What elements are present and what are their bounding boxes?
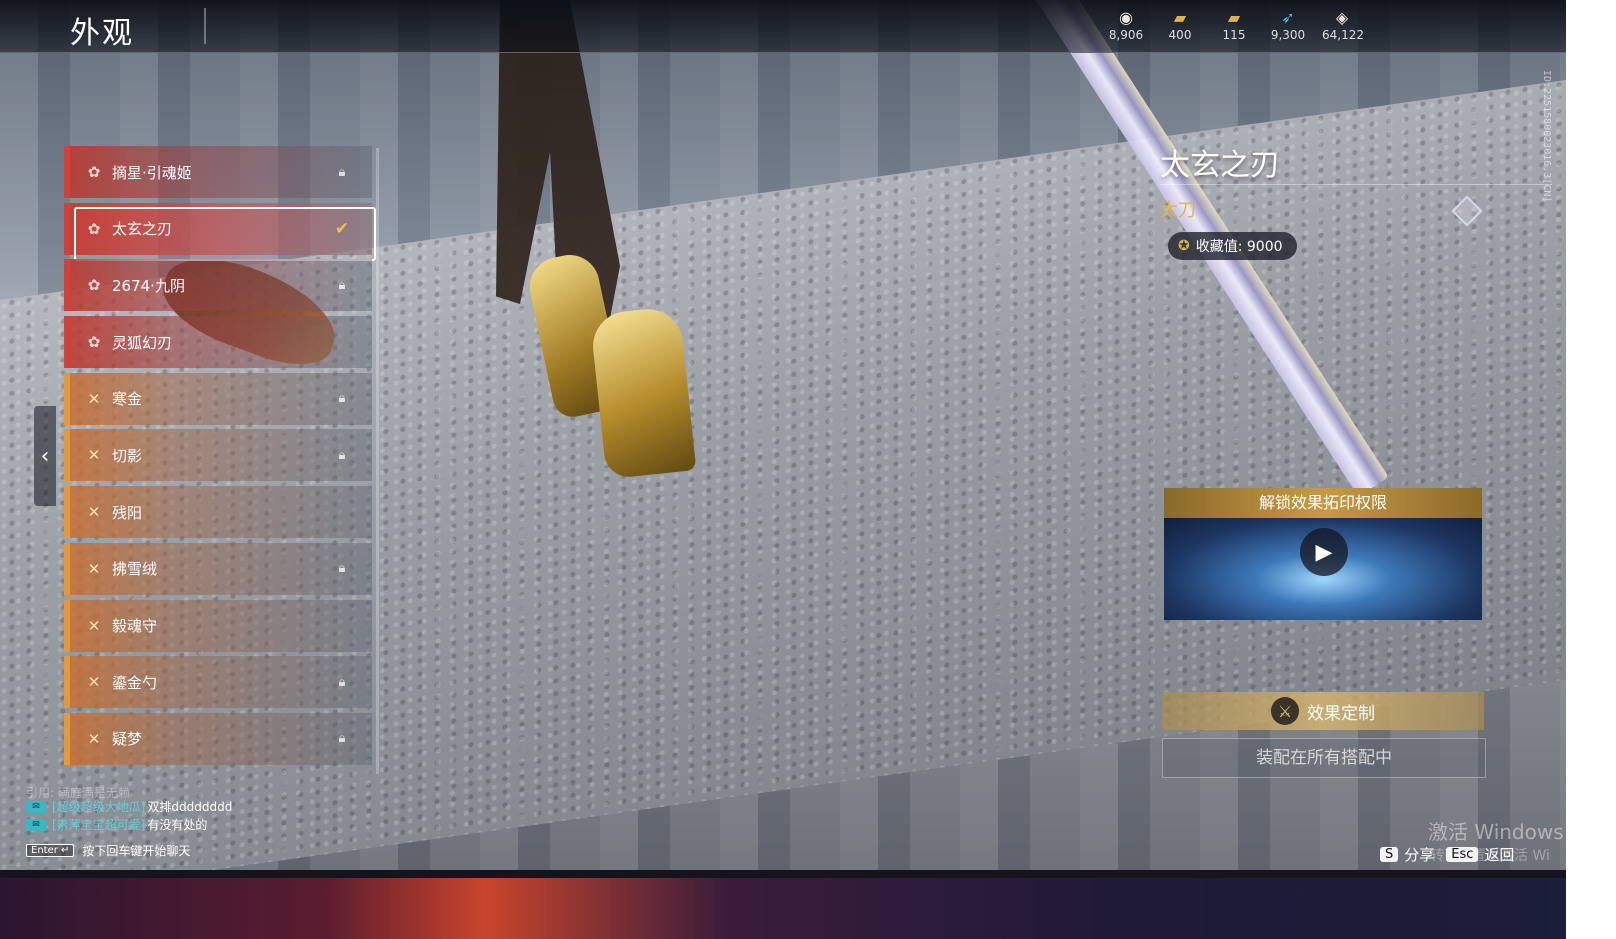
chevron-left-icon: ‹ xyxy=(40,443,50,469)
crossed-swords-icon: ✕ xyxy=(87,559,101,578)
bottom-band xyxy=(0,870,1616,939)
star-rank-icon: ✿ xyxy=(87,219,101,238)
skin-item[interactable]: ✕ 疑梦 🔒︎ xyxy=(64,712,372,765)
crossed-swords-icon: ✕ xyxy=(87,389,101,408)
gold-ticket-plus-icon: ▰ xyxy=(1227,8,1241,27)
skin-list: ✿ 摘星·引魂姬 🔒︎ ✿ 太玄之刃 ✔ ✿ 2674·九阴 🔒︎ ✿ 灵狐幻刃… xyxy=(64,146,376,770)
title-underline xyxy=(1160,184,1552,185)
lock-icon: 🔒︎ xyxy=(338,447,346,463)
skin-item[interactable]: ✿ 摘星·引魂姬 🔒︎ xyxy=(64,146,372,198)
lock-icon: 🔒︎ xyxy=(338,561,346,577)
skin-name: 残阳 xyxy=(112,503,143,522)
collect-icon: ✪ xyxy=(1178,238,1190,254)
lock-icon: 🔒︎ xyxy=(338,731,346,747)
star-rank-icon: ✿ xyxy=(87,333,101,352)
coin-stack-icon: ◉ xyxy=(1119,8,1133,27)
list-scrollbar[interactable] xyxy=(376,148,379,774)
weapon-detail-panel: 太玄之刃 太刀 ✪ 收藏值: 9000 解锁效果拓印权限 ▶ ⚔ 效果定制 装配… xyxy=(1160,140,1552,778)
star-rank-icon: ✿ xyxy=(87,276,101,295)
lock-icon: 🔒︎ xyxy=(338,164,346,180)
skin-name: 拂雪绒 xyxy=(112,560,158,579)
chat-channel-icon: ✉ xyxy=(26,801,46,813)
currency-bar: ◉ 8,906 ▰ 400 ▰ 115 ➶ 9,300 ◈ 64,122 xyxy=(1106,8,1364,42)
lock-icon: 🔒︎ xyxy=(338,391,346,407)
crossed-swords-icon: ✕ xyxy=(87,673,101,692)
chat-message: ✉ [素萍宝宝超可爱] 有没有处的 xyxy=(26,816,386,834)
skin-item[interactable]: ✕ 毅魂守 xyxy=(64,599,372,652)
skin-name: 切影 xyxy=(112,446,143,465)
currency-feather[interactable]: ➶ 9,300 xyxy=(1268,8,1308,42)
right-edge xyxy=(1566,0,1616,939)
skin-item[interactable]: ✕ 寒金 🔒︎ xyxy=(64,372,372,425)
page-title: 外观 xyxy=(70,16,134,51)
chat-message: ✉ [超级超级大地瓜] 双排dddddddd xyxy=(26,798,386,816)
skin-item[interactable]: ✕ 切影 🔒︎ xyxy=(64,429,372,482)
skin-item-selected[interactable]: ✿ 太玄之刃 ✔ xyxy=(64,202,376,261)
skin-name: 鎏金勺 xyxy=(112,673,158,692)
key-esc-badge: Esc xyxy=(1446,847,1479,862)
play-icon[interactable]: ▶ xyxy=(1300,528,1348,576)
star-rank-icon: ✿ xyxy=(87,163,101,181)
weapon-description xyxy=(1160,268,1482,418)
chat-text: 有没有处的 xyxy=(147,818,208,832)
effect-preview-video[interactable]: ▶ xyxy=(1164,518,1482,620)
collect-value-badge: ✪ 收藏值: 9000 xyxy=(1168,232,1297,260)
currency-gold-ticket[interactable]: ▰ 400 xyxy=(1160,8,1200,42)
skin-name: 疑梦 xyxy=(112,730,143,749)
crossed-swords-icon: ✕ xyxy=(87,503,101,522)
crossed-swords-icon: ✕ xyxy=(87,616,101,635)
skin-item[interactable]: ✕ 残阳 xyxy=(64,486,372,539)
skin-name: 寒金 xyxy=(112,390,143,409)
crossed-swords-icon: ✕ xyxy=(87,446,101,465)
chat-box: 引用: 满庭满是无赖 ✉ [超级超级大地瓜] 双排dddddddd ✉ [素萍宝… xyxy=(26,784,386,859)
chat-sender[interactable]: [超级超级大地瓜] xyxy=(52,798,145,816)
share-hotkey[interactable]: S 分享 xyxy=(1380,844,1434,865)
top-bar: 外观 ◉ 8,906 ▰ 400 ▰ 115 ➶ 9,300 ◈ 64,122 xyxy=(0,0,1566,53)
chat-input-hint[interactable]: Enter ↵ 按下回车键开始聊天 xyxy=(26,842,386,859)
gold-ticket-icon: ▰ xyxy=(1173,8,1187,27)
skin-name: 毅魂守 xyxy=(112,617,158,635)
skin-item[interactable]: ✕ 拂雪绒 🔒︎ xyxy=(64,542,372,595)
weapon-name: 太玄之刃 xyxy=(1160,148,1280,183)
unlock-effect-card[interactable]: 解锁效果拓印权限 ▶ xyxy=(1164,488,1482,620)
skin-name: 太玄之刃 xyxy=(112,220,173,239)
windows-watermark: 激活 Windows xyxy=(1428,820,1564,844)
sword-icon: ⚔ xyxy=(1271,697,1299,725)
chat-channel-icon: ✉ xyxy=(26,819,46,831)
checkmark-icon: ✔ xyxy=(334,218,350,239)
chat-sender[interactable]: [素萍宝宝超可爱] xyxy=(52,816,145,834)
diamond-icon: ◈ xyxy=(1335,8,1349,27)
weapon-type: 太刀 xyxy=(1160,200,1196,221)
currency-gold-ticket-plus[interactable]: ▰ 115 xyxy=(1214,8,1254,42)
blue-feather-icon: ➶ xyxy=(1281,8,1295,27)
equipped-status-button[interactable]: 装配在所有搭配中 xyxy=(1162,738,1486,778)
player-id-label: ID:2251580023016.3[CN] xyxy=(1541,70,1552,203)
crossed-swords-icon: ✕ xyxy=(87,729,101,748)
back-hotkey[interactable]: Esc 返回 xyxy=(1446,844,1514,865)
effect-custom-button[interactable]: ⚔ 效果定制 xyxy=(1162,692,1484,730)
lock-icon: 🔒︎ xyxy=(338,277,346,293)
key-s-badge: S xyxy=(1380,847,1399,862)
hotkey-bar: S 分享 Esc 返回 xyxy=(1380,844,1514,865)
skin-name: 摘星·引魂姬 xyxy=(112,163,192,182)
skin-item[interactable]: ✿ 2674·九阴 🔒︎ xyxy=(64,259,372,312)
gold-heel-right xyxy=(589,305,697,480)
skin-item[interactable]: ✿ 灵狐幻刃 xyxy=(64,316,372,369)
title-divider xyxy=(204,8,206,44)
lock-icon: 🔒︎ xyxy=(338,674,346,690)
chat-faded-line: 引用: 满庭满是无赖 xyxy=(26,786,130,800)
unlock-title: 解锁效果拓印权限 xyxy=(1164,488,1482,518)
skin-item[interactable]: ✕ 鎏金勺 🔒︎ xyxy=(64,656,372,709)
enter-key-badge: Enter ↵ xyxy=(26,844,75,857)
skin-name: 2674·九阴 xyxy=(112,276,185,295)
collapse-arrow-button[interactable]: ‹ xyxy=(34,406,56,506)
currency-diamond[interactable]: ◈ 64,122 xyxy=(1322,8,1364,42)
currency-coin[interactable]: ◉ 8,906 xyxy=(1106,8,1146,42)
skin-name: 灵狐幻刃 xyxy=(112,333,173,352)
chat-text: 双排dddddddd xyxy=(147,800,233,814)
